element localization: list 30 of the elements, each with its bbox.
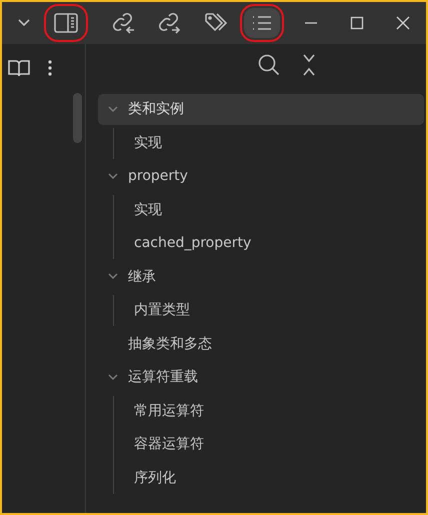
outline-heading[interactable]: 实现 (134, 132, 162, 154)
link-out-icon (158, 11, 182, 35)
tags-icon (204, 12, 228, 34)
outline-heading[interactable]: 容器运算符 (134, 434, 204, 455)
collapse-all-icon[interactable] (302, 54, 316, 76)
more-options-icon[interactable] (48, 60, 52, 76)
outline-heading[interactable]: 常用运算符 (134, 400, 204, 422)
scrollbar-thumb[interactable] (73, 93, 82, 143)
sidebar-icon (54, 13, 78, 33)
chevron-down-icon[interactable] (107, 273, 119, 281)
outline-heading[interactable]: 抽象类和多态 (128, 334, 212, 354)
outline-heading[interactable]: 序列化 (134, 468, 176, 488)
link-in-icon (112, 11, 136, 35)
close-icon (396, 16, 410, 30)
maximize-icon (350, 16, 364, 30)
chevron-down-icon[interactable] (107, 172, 119, 180)
list-icon (252, 15, 272, 31)
outline-heading[interactable]: property (128, 166, 188, 187)
outline-heading[interactable]: 实现 (134, 200, 162, 220)
chevron-down-icon[interactable] (107, 106, 119, 114)
chevron-down-icon[interactable] (107, 374, 119, 382)
outline-heading[interactable]: 运算符重载 (128, 367, 198, 388)
search-icon[interactable] (258, 54, 280, 76)
outline-heading[interactable]: 内置类型 (134, 300, 190, 321)
outline-heading[interactable]: cached_property (134, 233, 252, 254)
list-button[interactable] (244, 8, 280, 38)
outline-heading[interactable]: 继承 (128, 266, 156, 288)
outline-heading[interactable]: 类和实例 (128, 99, 184, 120)
chevron-down-icon (17, 18, 31, 28)
book-icon[interactable] (8, 59, 30, 77)
